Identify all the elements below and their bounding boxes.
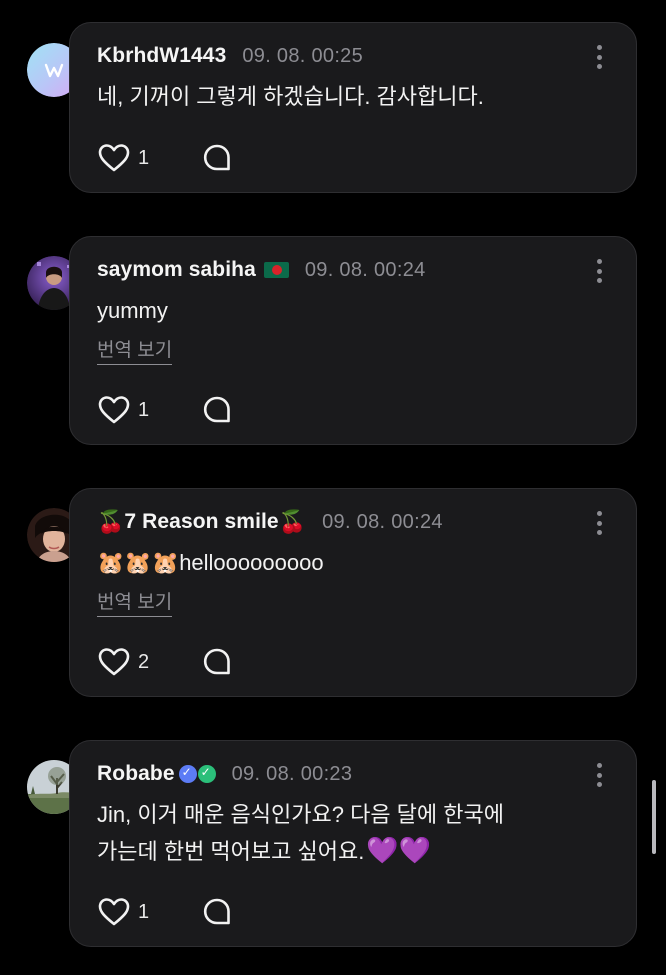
author-name[interactable]: KbrhdW1443 bbox=[97, 44, 226, 68]
purple-heart-emoji: 💜💜 bbox=[366, 836, 432, 866]
speech-bubble-icon[interactable] bbox=[202, 143, 232, 173]
comment-text-line: 가는데 한번 먹어보고 싶어요.💜💜 bbox=[97, 833, 504, 870]
author-name[interactable]: saymom sabiha bbox=[97, 258, 256, 282]
comment-actions: 1 bbox=[98, 395, 232, 425]
comment-timestamp: 09. 08. 00:24 bbox=[304, 258, 426, 281]
verified-badge-green-icon bbox=[197, 765, 216, 783]
comment-card: saymom sabiha 09. 08. 00:24 yummy 번역 보기 … bbox=[69, 236, 637, 445]
more-options-icon[interactable] bbox=[596, 763, 602, 787]
comment-header: KbrhdW1443 09. 08. 00:25 bbox=[97, 41, 363, 71]
comment-timestamp: 09. 08. 00:23 bbox=[231, 762, 353, 785]
scrollbar[interactable] bbox=[652, 780, 656, 854]
comment-timestamp: 09. 08. 00:25 bbox=[242, 44, 364, 67]
translate-link[interactable]: 번역 보기 bbox=[97, 591, 173, 617]
comment-text-content: 가는데 한번 먹어보고 싶어요. bbox=[97, 839, 365, 864]
bangladesh-flag-icon bbox=[263, 262, 289, 278]
comment-actions: 2 bbox=[98, 647, 232, 677]
comment-text: 네, 기꺼이 그렇게 하겠습니다. 감사합니다. bbox=[97, 84, 484, 109]
more-options-icon[interactable] bbox=[596, 45, 602, 69]
speech-bubble-icon[interactable] bbox=[202, 647, 232, 677]
comment-header: saymom sabiha 09. 08. 00:24 bbox=[97, 255, 426, 285]
comment-text: 🐹🐹🐹hellooooooooo bbox=[97, 545, 324, 581]
more-options-icon[interactable] bbox=[596, 511, 602, 535]
like-count: 1 bbox=[138, 900, 150, 923]
speech-bubble-icon[interactable] bbox=[202, 897, 232, 927]
more-options-icon[interactable] bbox=[596, 259, 602, 283]
hamster-emoji: 🐹🐹🐹 bbox=[97, 550, 180, 575]
comment-card: Robabe 09. 08. 00:23 Jin, 이거 매운 음식인가요? 다… bbox=[69, 740, 637, 947]
heart-outline-icon[interactable] bbox=[98, 647, 130, 677]
comment-card: KbrhdW1443 09. 08. 00:25 네, 기꺼이 그렇게 하겠습니… bbox=[69, 22, 637, 193]
comment-actions: 1 bbox=[98, 897, 232, 927]
heart-outline-icon[interactable] bbox=[98, 897, 130, 927]
author-name[interactable]: 7 Reason smile bbox=[124, 510, 278, 534]
comment-header: Robabe 09. 08. 00:23 bbox=[97, 759, 352, 789]
comment-text: yummy bbox=[97, 298, 168, 323]
heart-outline-icon[interactable] bbox=[98, 143, 130, 173]
translate-link[interactable]: 번역 보기 bbox=[97, 339, 173, 365]
like-count: 1 bbox=[138, 398, 150, 421]
speech-bubble-icon[interactable] bbox=[202, 395, 232, 425]
author-name[interactable]: Robabe bbox=[97, 762, 175, 786]
cherry-emoji: 🍒 bbox=[278, 509, 307, 534]
verified-badge-blue-icon bbox=[178, 765, 197, 783]
comment-card: 🍒 7 Reason smile 🍒 09. 08. 00:24 🐹🐹🐹hell… bbox=[69, 488, 637, 697]
like-count: 1 bbox=[138, 146, 150, 169]
heart-outline-icon[interactable] bbox=[98, 395, 130, 425]
like-count: 2 bbox=[138, 650, 150, 673]
comment-text-line: Jin, 이거 매운 음식인가요? 다음 달에 한국에 bbox=[97, 802, 504, 827]
comment-text-content: hellooooooooo bbox=[179, 550, 324, 575]
comment-feed: KbrhdW1443 09. 08. 00:25 네, 기꺼이 그렇게 하겠습니… bbox=[0, 0, 666, 975]
comment-header: 🍒 7 Reason smile 🍒 09. 08. 00:24 bbox=[97, 507, 443, 537]
cherry-emoji: 🍒 bbox=[97, 509, 125, 534]
comment-actions: 1 bbox=[98, 143, 232, 173]
comment-timestamp: 09. 08. 00:24 bbox=[322, 510, 443, 533]
comment-text: Jin, 이거 매운 음식인가요? 다음 달에 한국에 가는데 한번 먹어보고 … bbox=[97, 797, 504, 870]
